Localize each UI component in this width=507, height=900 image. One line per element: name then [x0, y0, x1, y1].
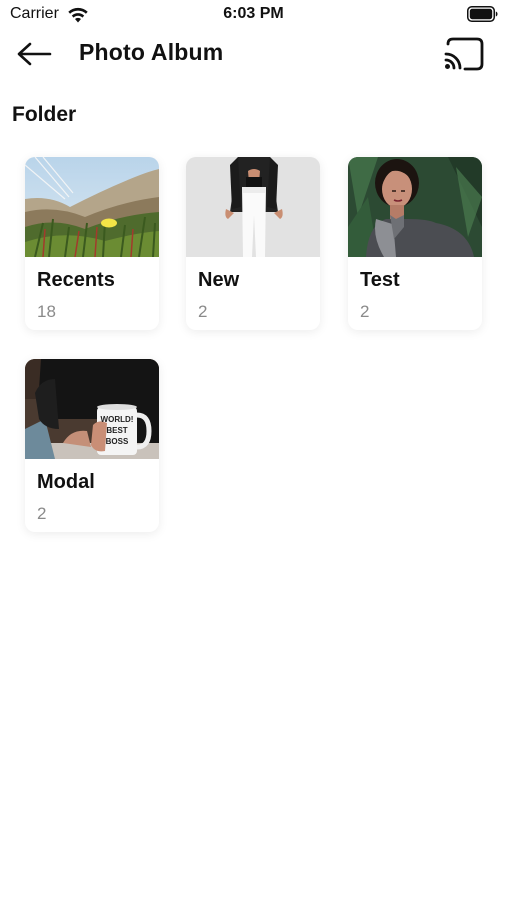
page-title: Photo Album [79, 39, 224, 65]
status-time: 6:03 PM [223, 5, 284, 22]
app-bar: Photo Album [0, 30, 507, 78]
folder-name: Recents [37, 269, 115, 291]
mug-text-line1: WORLD! [101, 415, 134, 424]
folder-card-test[interactable]: Test 2 [348, 157, 482, 330]
folder-thumbnail [186, 157, 320, 257]
folder-card-new[interactable]: New 2 [186, 157, 320, 330]
battery-icon [467, 6, 498, 22]
folder-section-title: Folder [12, 103, 77, 126]
cast-icon [444, 37, 484, 71]
folder-card-modal[interactable]: WORLD! BEST BOSS Modal 2 [25, 359, 159, 532]
back-button[interactable] [14, 36, 54, 72]
folder-count: 2 [360, 302, 370, 321]
folder-name: Test [360, 269, 400, 291]
folder-card-recents[interactable]: Recents 18 [25, 157, 159, 330]
folder-count: 2 [37, 504, 47, 523]
folder-count: 18 [37, 302, 56, 321]
folder-name: New [198, 269, 240, 291]
folder-thumbnail [348, 157, 482, 257]
mug-text-line2: BEST [106, 426, 127, 435]
folder-thumbnail [25, 157, 159, 257]
mug-text-line3: BOSS [106, 437, 129, 446]
cast-button[interactable] [440, 34, 486, 74]
status-bar: Carrier 6:03 PM [0, 0, 507, 30]
arrow-left-icon [17, 42, 52, 66]
folder-thumbnail: WORLD! BEST BOSS [25, 359, 159, 459]
folder-count: 2 [198, 302, 208, 321]
folder-name: Modal [37, 471, 95, 493]
